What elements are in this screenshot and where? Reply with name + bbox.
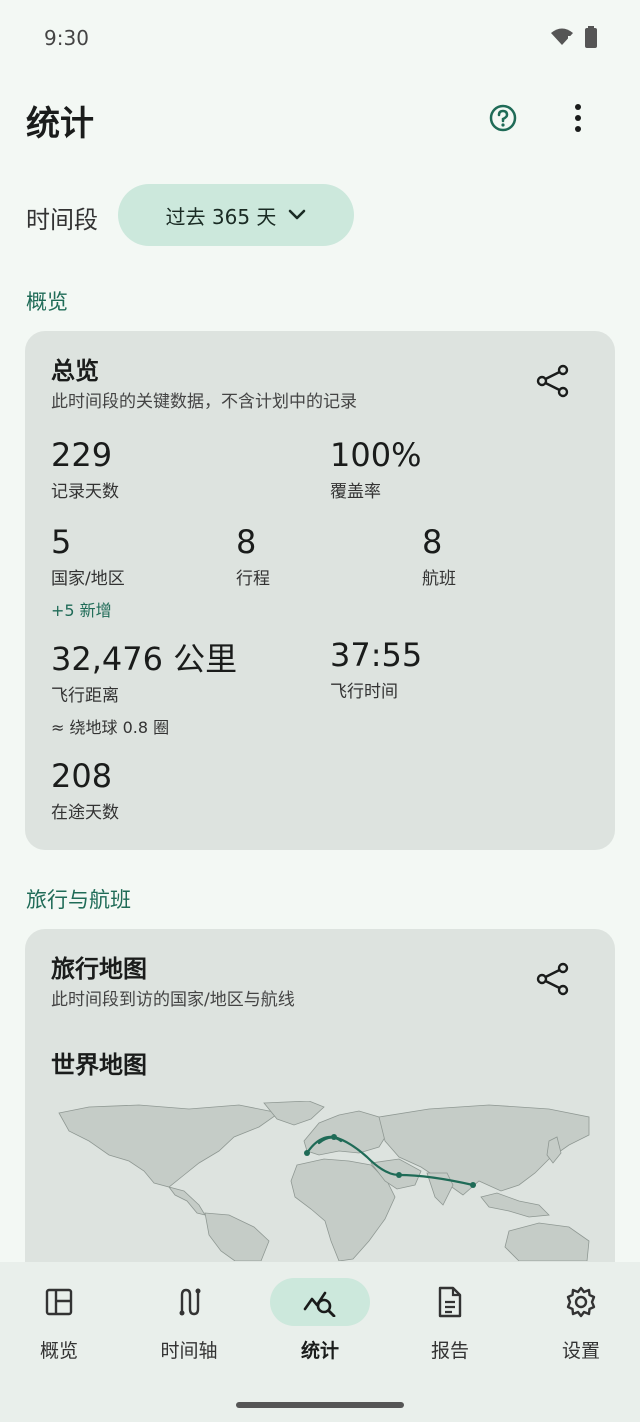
stat-value: 229 <box>51 436 113 474</box>
dashboard-icon <box>45 1288 73 1316</box>
help-button[interactable] <box>481 96 525 140</box>
document-icon <box>438 1286 462 1318</box>
stat-value: 5 <box>51 523 72 561</box>
stat-countries: 5 国家/地区 +5 新增 <box>51 524 125 621</box>
page-title: 统计 <box>26 104 94 144</box>
nav-item-overview[interactable]: 概览 <box>4 1278 114 1378</box>
nav-item-statistics[interactable]: 统计 <box>265 1278 375 1378</box>
location-marker <box>304 1150 310 1156</box>
overview-card: 总览 此时间段的关键数据，不含计划中的记录 229 记录天数 100% 覆盖率 … <box>25 331 615 850</box>
stat-label: 飞行时间 <box>330 682 398 702</box>
stat-label: 行程 <box>236 569 270 589</box>
section-title-travel: 旅行与航班 <box>26 888 131 912</box>
nav-label: 时间轴 <box>160 1340 218 1362</box>
map-card-subtitle: 此时间段到访的国家/地区与航线 <box>51 990 295 1010</box>
share-icon[interactable] <box>533 959 573 999</box>
overview-card-title: 总览 <box>51 357 99 385</box>
world-map-graphic <box>58 1101 590 1261</box>
stat-value: 37:55 <box>330 636 423 674</box>
nav-item-reports[interactable]: 报告 <box>395 1278 505 1378</box>
location-marker <box>396 1172 402 1178</box>
nav-icon-wrap <box>400 1278 500 1326</box>
period-value: 过去 365 天 <box>165 204 277 229</box>
world-map-title: 世界地图 <box>51 1051 147 1079</box>
overview-card-subtitle: 此时间段的关键数据，不含计划中的记录 <box>51 392 357 412</box>
section-title-overview: 概览 <box>26 290 68 314</box>
location-marker <box>331 1134 337 1140</box>
location-marker <box>470 1182 476 1188</box>
stat-flight-distance: 32,476 公里 飞行距离 ≈ 绕地球 0.8 圈 <box>51 641 237 738</box>
nav-item-settings[interactable]: 设置 <box>526 1278 636 1378</box>
stat-record-days: 229 记录天数 <box>51 437 119 502</box>
nav-label: 设置 <box>561 1340 600 1362</box>
stat-value: 8 <box>422 523 443 561</box>
route-icon <box>179 1288 201 1316</box>
more-options-button[interactable] <box>556 96 600 140</box>
gesture-bar[interactable] <box>236 1402 404 1408</box>
stat-label: 记录天数 <box>51 482 119 502</box>
nav-icon-wrap <box>9 1278 109 1326</box>
period-label: 时间段 <box>26 206 98 234</box>
map-card-title: 旅行地图 <box>51 955 147 983</box>
nav-icon-wrap <box>270 1278 370 1326</box>
app-bar: 统计 <box>0 78 640 158</box>
nav-icon-wrap <box>139 1278 239 1326</box>
bottom-navigation: 概览 时间轴 统计 报告 设置 <box>0 1262 640 1422</box>
share-icon[interactable] <box>533 361 573 401</box>
nav-label: 统计 <box>300 1340 339 1362</box>
help-icon <box>489 104 517 132</box>
nav-item-timeline[interactable]: 时间轴 <box>134 1278 244 1378</box>
stat-label: 航班 <box>422 569 456 589</box>
stat-flight-time: 37:55 飞行时间 <box>330 637 422 702</box>
stat-trips: 8 行程 <box>236 524 270 589</box>
status-time: 9:30 <box>44 26 89 50</box>
more-vert-icon <box>575 104 581 132</box>
nav-label: 报告 <box>430 1340 469 1362</box>
stat-label: 国家/地区 <box>51 569 125 589</box>
period-row: 时间段 过去 365 天 <box>26 184 626 246</box>
stat-value: 100% <box>330 436 422 474</box>
battery-icon <box>585 26 597 48</box>
status-bar: 9:30 <box>0 0 640 78</box>
wifi-icon <box>551 28 573 45</box>
stat-note: ≈ 绕地球 0.8 圈 <box>51 718 170 737</box>
stat-flights: 8 航班 <box>422 524 456 589</box>
stat-value: 208 <box>51 757 113 795</box>
stat-travel-days: 208 在途天数 <box>51 758 119 823</box>
nav-icon-wrap <box>531 1278 631 1326</box>
stat-coverage: 100% 覆盖率 <box>330 437 421 502</box>
stat-label: 飞行距离 <box>51 686 119 706</box>
stat-label: 在途天数 <box>51 803 119 823</box>
world-map[interactable] <box>49 1101 593 1261</box>
nav-label: 概览 <box>39 1340 78 1362</box>
stat-note: +5 新增 <box>51 601 112 620</box>
analytics-icon <box>303 1291 336 1317</box>
chevron-down-icon <box>289 209 306 220</box>
gear-icon <box>566 1286 596 1318</box>
period-dropdown[interactable]: 过去 365 天 <box>118 184 354 246</box>
stat-label: 覆盖率 <box>330 482 381 502</box>
status-icons <box>550 26 598 48</box>
stat-value: 32,476 公里 <box>51 640 238 678</box>
stat-value: 8 <box>236 523 257 561</box>
